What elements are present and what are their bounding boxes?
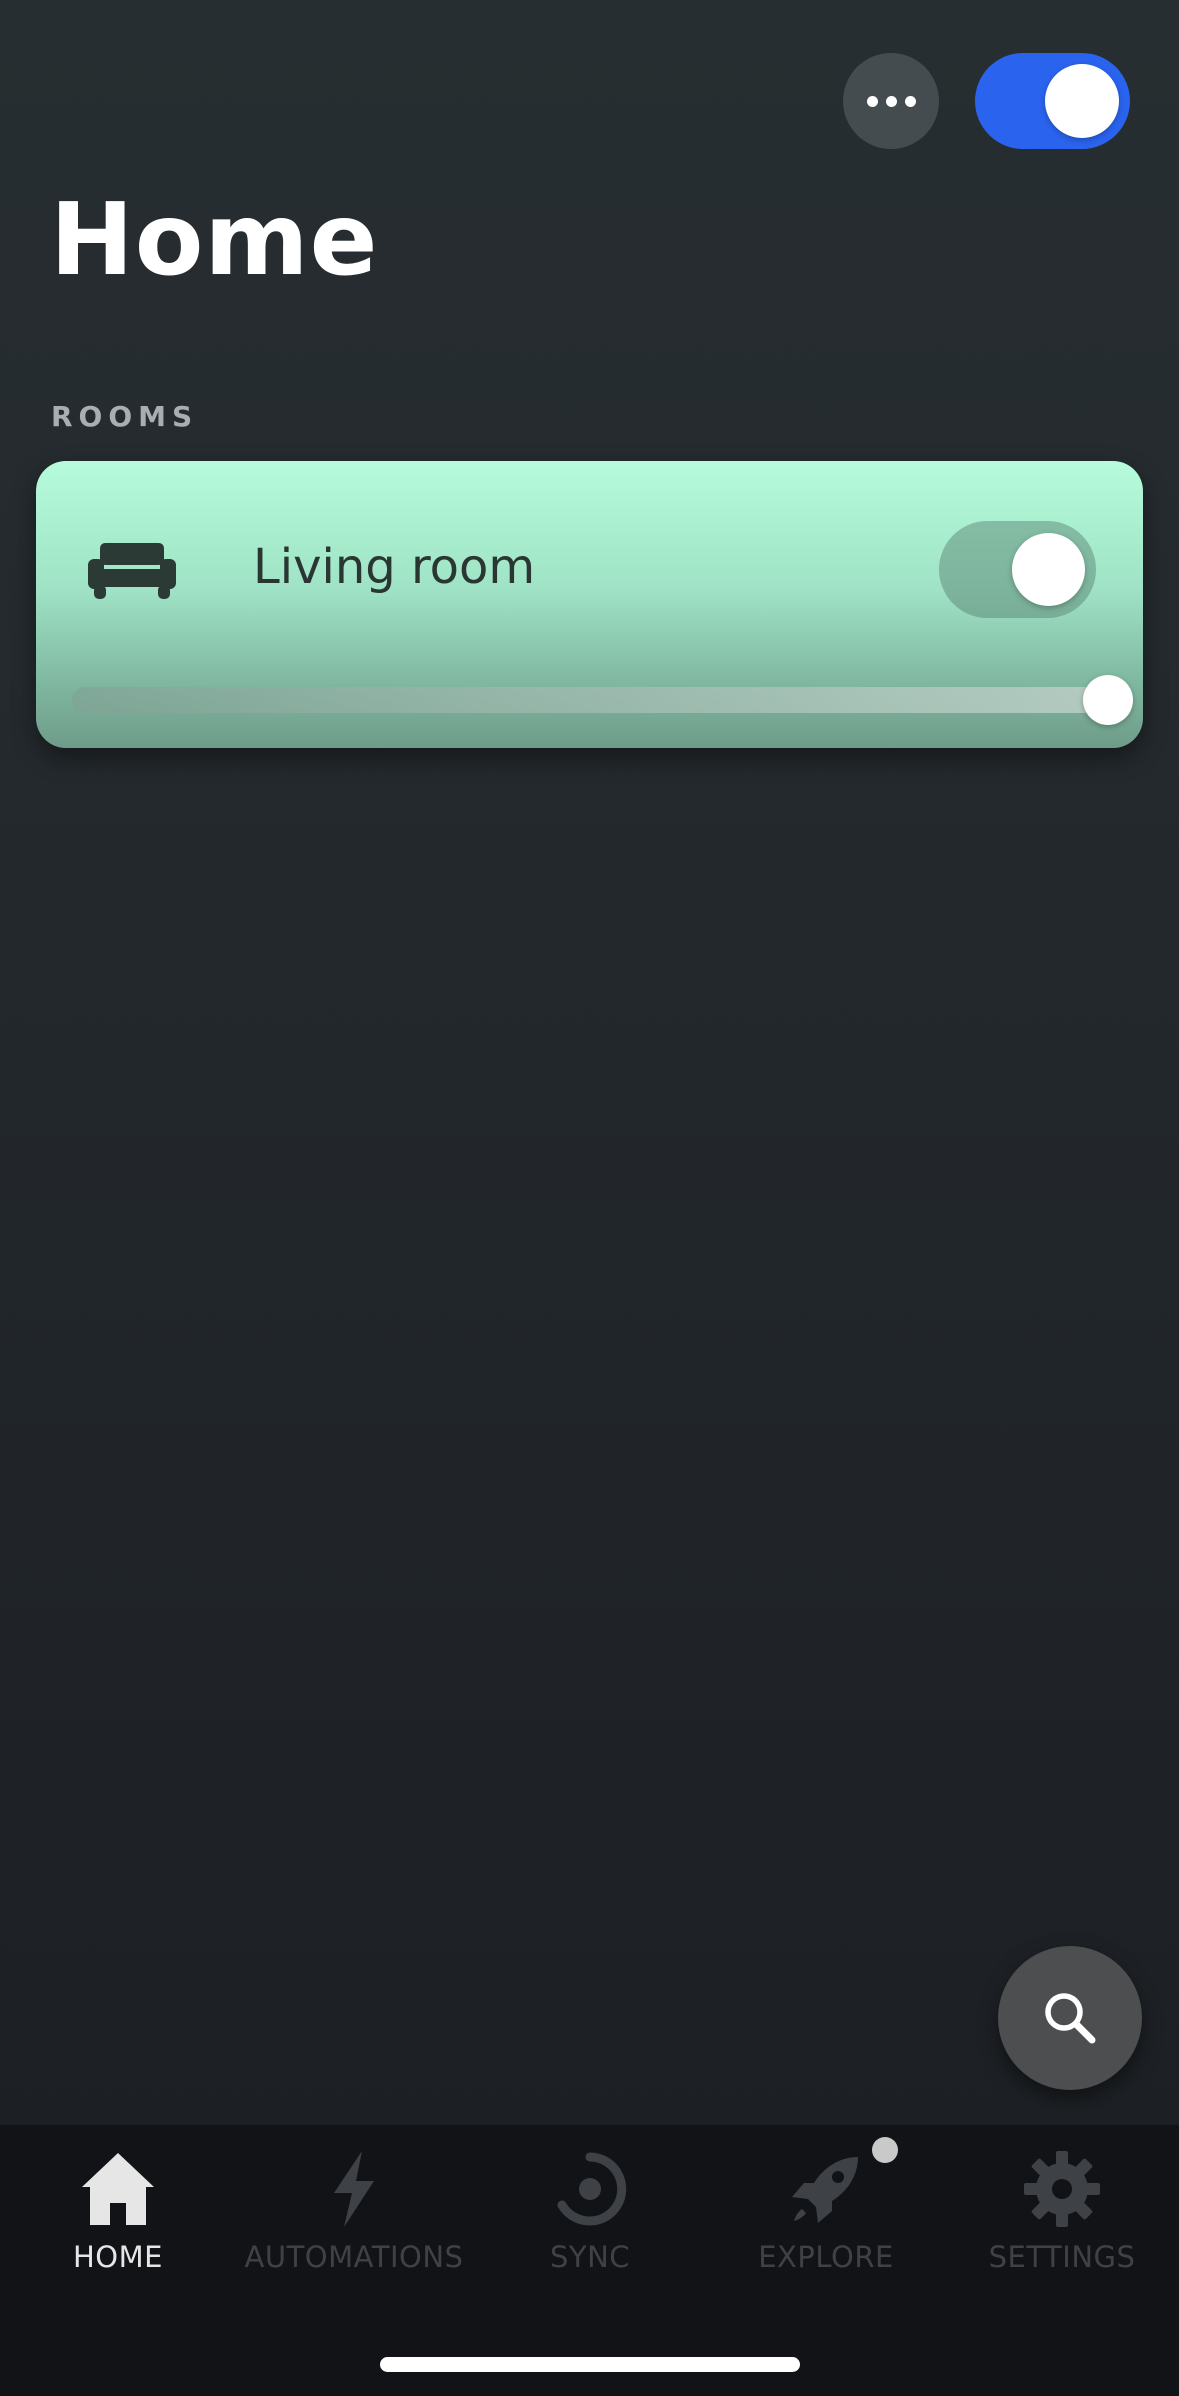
more-horizontal-icon-dot [904,95,916,107]
slider-thumb[interactable] [1083,675,1133,725]
search-icon [1045,1993,1096,2044]
explore-notification-badge [872,2137,898,2163]
toggle-knob [1045,64,1119,138]
tab-label: HOME [73,2240,163,2274]
sofa-icon [88,543,176,599]
brightness-slider[interactable] [72,675,1133,725]
more-horizontal-icon-dot [885,95,897,107]
tab-label: SYNC [549,2240,631,2274]
tab-explore[interactable]: EXPLORE [708,2147,944,2287]
tab-label: AUTOMATIONS [244,2240,464,2274]
room-name: Living room [253,539,536,595]
gear-icon [1024,2151,1100,2227]
tab-label: SETTINGS [988,2240,1136,2274]
tab-home[interactable]: HOME [0,2147,236,2287]
lightning-icon [334,2151,374,2227]
tab-label: EXPLORE [758,2240,894,2274]
search-button[interactable] [998,1946,1142,2090]
tab-settings[interactable]: SETTINGS [944,2147,1179,2287]
room-power-toggle[interactable] [939,521,1096,618]
sync-icon [557,2152,627,2226]
more-horizontal-icon [866,95,878,107]
more-options-button[interactable] [843,53,939,149]
rooms-section-label: ROOMS [51,400,199,433]
toggle-knob [1012,533,1085,606]
home-icon [82,2153,154,2225]
room-card-living-room[interactable]: Living room [36,461,1143,748]
home-indicator [380,2357,800,2372]
tab-sync[interactable]: SYNC [472,2147,708,2287]
tab-bar: HOME AUTOMATIONS SYNC EXPLORE SETTINGS [0,2125,1179,2396]
page-title: Home [50,181,379,298]
rocket-icon [792,2157,858,2223]
master-power-toggle[interactable] [975,53,1130,149]
tab-automations[interactable]: AUTOMATIONS [236,2147,472,2287]
